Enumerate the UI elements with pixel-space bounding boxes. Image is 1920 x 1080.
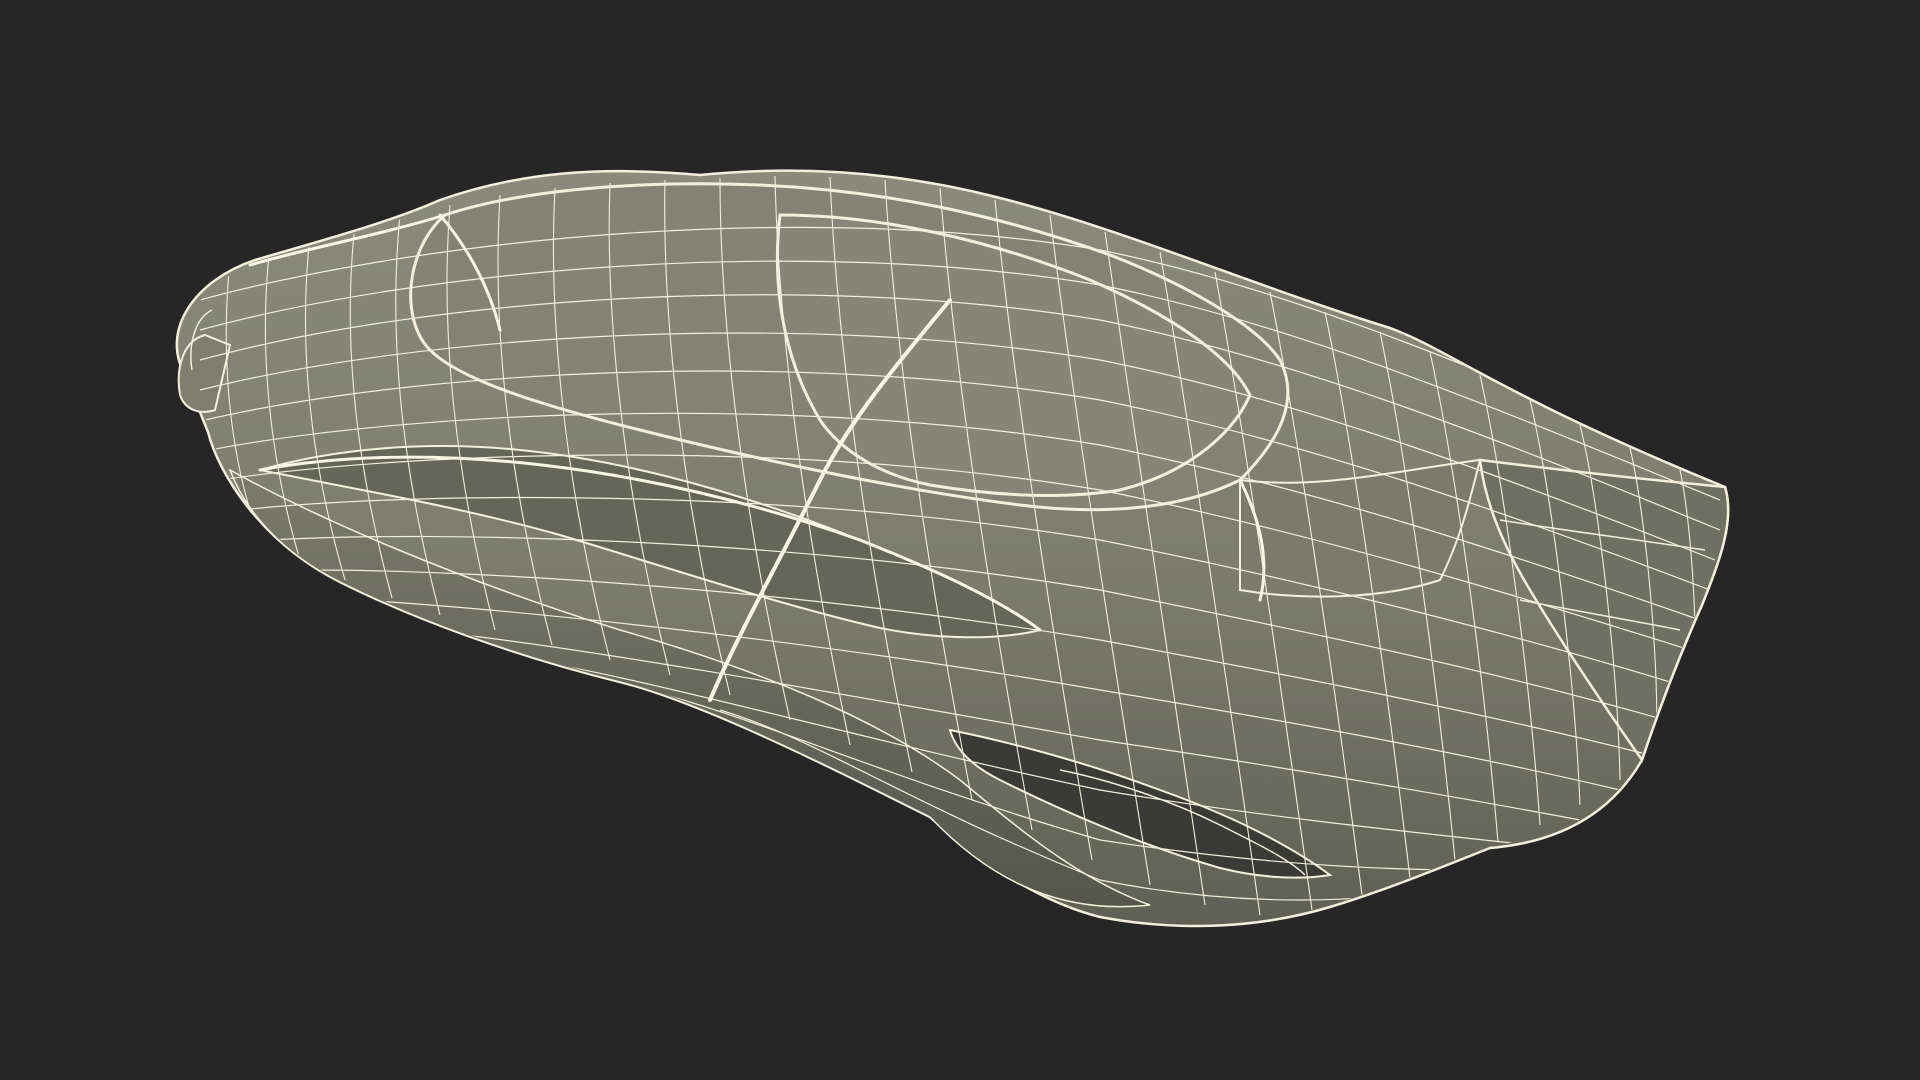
render-viewport[interactable] [0,0,1920,1080]
wireframe-car-render [175,169,1730,928]
